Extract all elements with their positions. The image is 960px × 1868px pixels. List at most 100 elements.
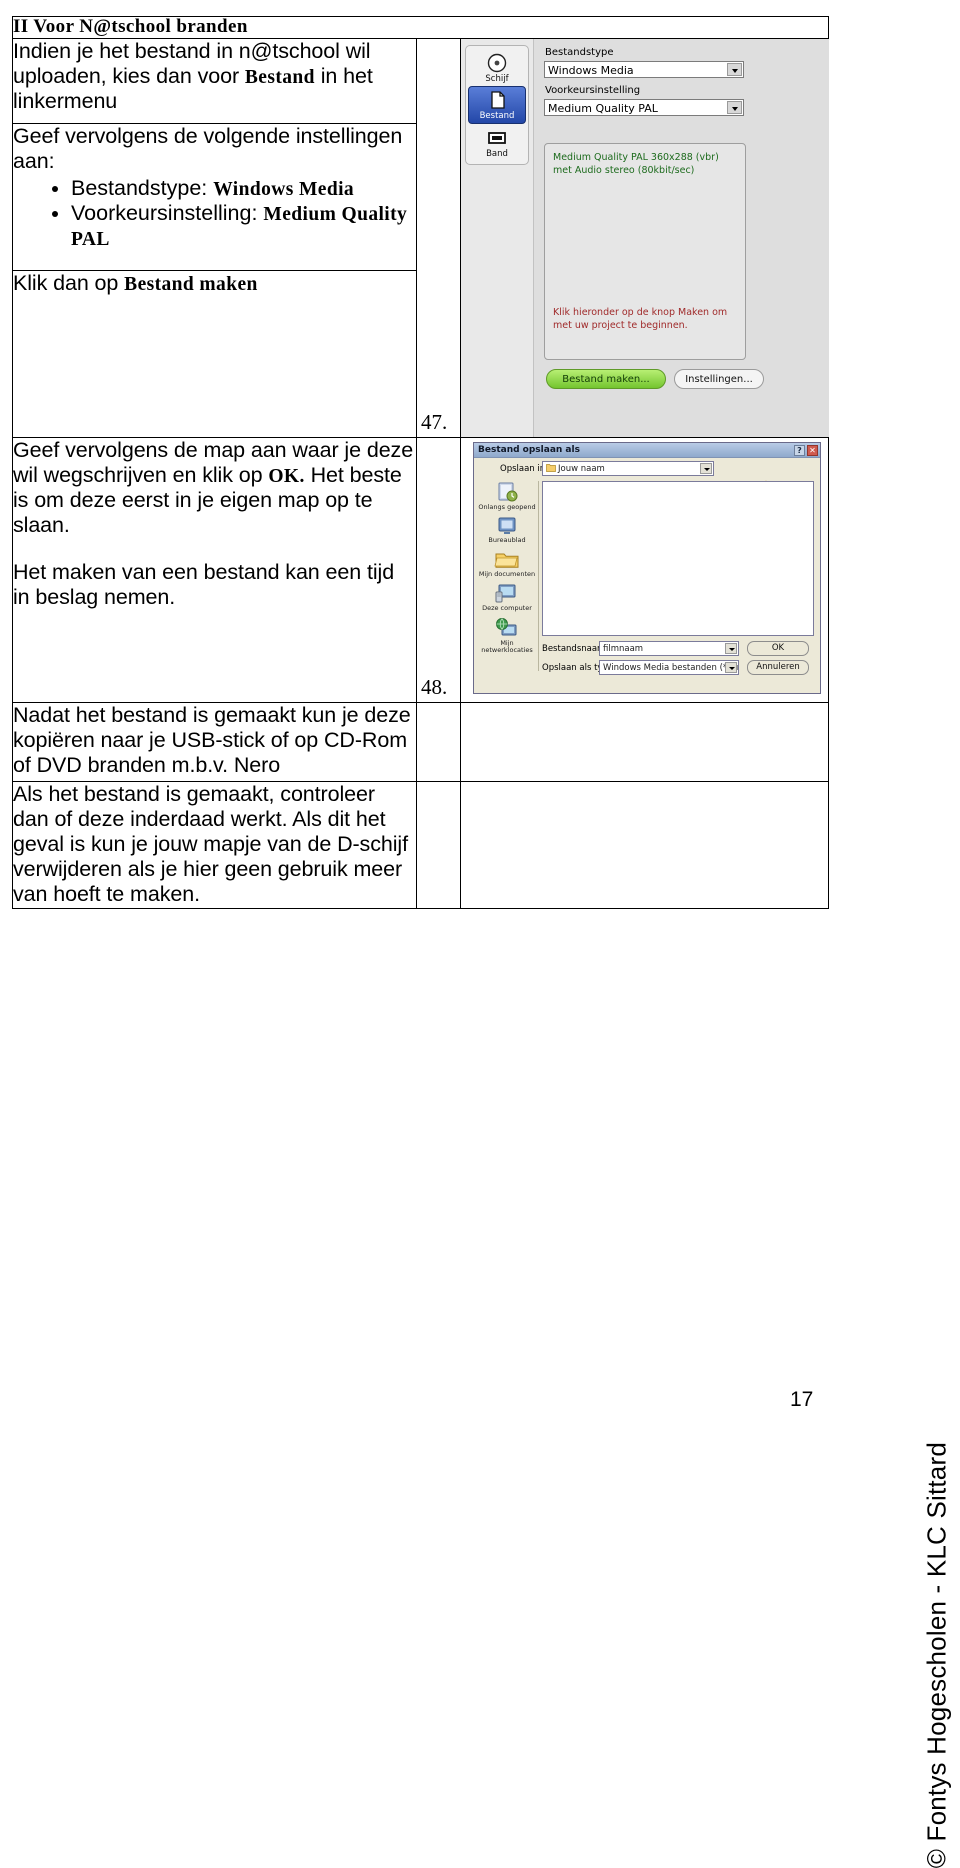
disc-icon (487, 53, 507, 73)
nero-preset-select[interactable]: Medium Quality PAL (544, 98, 744, 116)
recent-documents-icon (498, 482, 518, 502)
save-in-label: Opslaan in: (500, 463, 548, 474)
settings-bullet-list: Bestandstype: Windows Media Voorkeursins… (13, 176, 416, 252)
place-desktop[interactable]: Bureaublad (476, 516, 538, 544)
chevron-down-icon[interactable] (725, 642, 737, 654)
filename-value: filmnaam (603, 643, 644, 654)
nero-preset-label: Voorkeursinstelling (545, 84, 641, 96)
figure-number-48: 48. (421, 674, 448, 699)
filetype-value: Windows Media bestanden (*.wmv) (603, 662, 739, 673)
place-my-documents[interactable]: Mijn documenten (476, 550, 538, 578)
upload-text-bold: Bestand (244, 66, 315, 88)
page-title: II Voor N@tschool branden (13, 16, 248, 37)
figure-number-cell-48: 48. (416, 436, 461, 703)
save-dialog-places-bar: Onlangs geopend Bureaublad Mijn document… (476, 480, 539, 671)
desktop-icon (498, 517, 516, 535)
filetype-select[interactable]: Windows Media bestanden (*.wmv) (599, 659, 739, 675)
file-icon (491, 91, 505, 110)
create-instruction-text: Klik dan op Bestand maken (13, 271, 416, 297)
nero-settings-button[interactable]: Instellingen... (674, 368, 764, 389)
nero-create-file-button[interactable]: Bestand maken... (546, 368, 666, 389)
place-network-places[interactable]: Mijn netwerklocaties (476, 617, 538, 655)
section-header-cell: II Voor N@tschool branden (11, 16, 830, 39)
cell-upload-instruction: Indien je het bestand in n@tschool wil u… (12, 37, 417, 124)
table-row: Nadat het bestand is gemaakt kun je deze… (12, 701, 830, 782)
save-dialog-title-buttons: ? ✕ (794, 444, 818, 456)
place-recent-documents[interactable]: Onlangs geopend (476, 481, 538, 511)
place-my-computer-label: Deze computer (482, 604, 532, 613)
place-recent-documents-label: Onlangs geopend (478, 502, 536, 511)
nero-filetype-value: Windows Media (548, 63, 634, 77)
nero-info-green-text: Medium Quality PAL 360x288 (vbr) met Aud… (553, 151, 719, 176)
place-network-places-label: Mijn netwerklocaties (481, 638, 533, 655)
nero-tab-schijf-label: Schijf (485, 73, 509, 84)
cancel-button[interactable]: Annuleren (747, 659, 809, 675)
help-button[interactable]: ? (794, 444, 805, 456)
table-row: Indien je het bestand in n@tschool wil u… (12, 37, 830, 438)
filename-input[interactable]: filmnaam (599, 640, 739, 656)
folder-icon (546, 464, 556, 472)
my-computer-icon (495, 584, 516, 603)
close-icon[interactable]: ✕ (807, 444, 818, 456)
page-number: 17 (790, 1388, 814, 1411)
network-places-icon (496, 617, 517, 636)
cell-create-instruction: Klik dan op Bestand maken (12, 269, 417, 438)
nero-tab-schijf[interactable]: Schijf (469, 50, 525, 86)
nero-tab-bestand-label: Bestand (479, 111, 515, 122)
verify-instruction-text: Als het bestand is gemaakt, controleer d… (13, 781, 408, 906)
table-row: Als het bestand is gemaakt, controleer d… (12, 780, 830, 909)
chevron-down-icon[interactable] (725, 661, 737, 673)
folder-instruction-text: Geef vervolgens de map aan waar je deze … (13, 438, 416, 538)
save-dialog-footer: Bestandsnaam: filmnaam OK Opslaan als ty… (542, 640, 814, 689)
bullet-filetype-value: Windows Media (213, 178, 355, 200)
bullet-preset-label: Voorkeursinstelling: (71, 201, 264, 226)
chevron-down-icon[interactable] (727, 100, 742, 114)
duration-note-text: Het maken van een bestand kan een tijd i… (13, 560, 395, 610)
nero-info-box: Medium Quality PAL 360x288 (vbr) met Aud… (544, 142, 746, 360)
table-row: Geef vervolgens de map aan waar je deze … (12, 436, 830, 703)
empty-number-cell (416, 701, 461, 782)
empty-figure-cell (459, 780, 830, 909)
nero-info-red-text: Klik hieronder op de knop Maken om met u… (553, 307, 728, 332)
screenshot-nero-express: Schijf Bestand Band Bestandstype Windows… (461, 38, 829, 437)
nero-tab-band[interactable]: Band (469, 125, 525, 161)
cell-copy-instruction: Nadat het bestand is gemaakt kun je deze… (12, 701, 417, 782)
copy-instruction-text: Nadat het bestand is gemaakt kun je deze… (13, 702, 411, 777)
nero-filetype-select[interactable]: Windows Media (544, 60, 744, 78)
cell-folder-instruction: Geef vervolgens de map aan waar je deze … (12, 436, 417, 703)
nero-tab-group: Schijf Bestand Band (465, 44, 529, 166)
table-header-row: II Voor N@tschool branden (11, 16, 830, 39)
cell-settings-instruction: Geef vervolgens de volgende instellingen… (12, 122, 417, 271)
nero-filetype-label: Bestandstype (545, 46, 614, 58)
copyright-notice: © Fontys Hogescholen - KLC Sittard (921, 1442, 951, 1868)
bullet-filetype-label: Bestandstype: (71, 175, 214, 200)
nero-tab-band-label: Band (486, 148, 508, 159)
chevron-down-icon[interactable] (700, 462, 712, 474)
settings-intro-text: Geef vervolgens de volgende instellingen… (13, 123, 403, 173)
list-item: Bestandstype: Windows Media (71, 176, 416, 201)
upload-instruction-text: Indien je het bestand in n@tschool wil u… (13, 39, 416, 114)
nero-tab-bestand[interactable]: Bestand (468, 86, 526, 124)
save-in-row: Opslaan in: Jouw naam (474, 459, 820, 492)
create-text-bold: Bestand maken (124, 273, 258, 295)
create-text-part1: Klik dan op (13, 270, 125, 295)
empty-figure-cell (459, 701, 830, 782)
nero-tab-strip: Schijf Bestand Band (461, 38, 534, 437)
cell-verify-instruction: Als het bestand is gemaakt, controleer d… (12, 780, 417, 909)
chevron-down-icon[interactable] (727, 62, 742, 76)
instruction-table: II Voor N@tschool branden Indien je het … (11, 16, 830, 909)
screenshot-save-as-dialog: Bestand opslaan als ? ✕ Opslaan in: Jouw… (473, 441, 821, 694)
list-item: Voorkeursinstelling: Medium Quality PAL (71, 201, 416, 252)
save-dialog-file-list[interactable] (542, 480, 814, 636)
save-dialog-titlebar: Bestand opslaan als ? ✕ (474, 442, 820, 458)
figure-number-cell-47: 47. (416, 37, 461, 438)
nero-preset-value: Medium Quality PAL (548, 101, 658, 115)
save-in-select[interactable]: Jouw naam (542, 460, 714, 476)
my-documents-icon (494, 553, 519, 568)
ok-button[interactable]: OK (747, 640, 809, 656)
place-my-computer[interactable]: Deze computer (476, 583, 538, 612)
place-desktop-label: Bureaublad (488, 536, 526, 545)
folder-text-bold: OK. (268, 465, 305, 487)
tape-icon (488, 131, 506, 144)
